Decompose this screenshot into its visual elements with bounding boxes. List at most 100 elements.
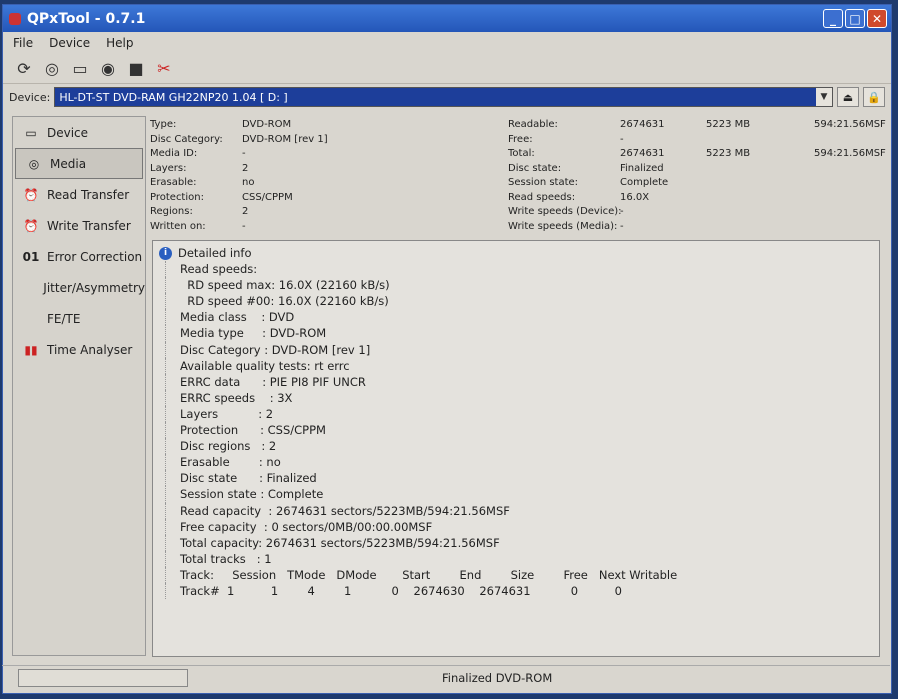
tree-item: Total tracks : 1 [165,550,873,567]
tree-item: RD speed max: 16.0X (22160 kB/s) [165,277,873,294]
window-title: QPxTool - 0.7.1 [27,10,146,27]
info-msf: 594:21.56MSF [814,119,886,130]
info-label: Session state: [508,177,579,188]
disc-drive-icon: ▭ [25,125,37,140]
tree-item: RD speed #00: 16.0X (22160 kB/s) [165,293,873,310]
tree-item: Free capacity : 0 sectors/0MB/00:00.00MS… [165,518,873,535]
sidebar-item-jitter[interactable]: Jitter/Asymmetry [13,272,145,303]
refresh-icon[interactable]: ⟳ [13,58,35,80]
title-bar: QPxTool - 0.7.1 _ □ ✕ [3,5,891,32]
disc-icon: ◎ [28,156,40,171]
tree-item: Media type : DVD-ROM [165,325,873,342]
info-value: DVD-ROM [242,119,292,130]
tree-item: Track: Session TMode DMode Start End Siz… [165,566,873,583]
sidebar-label: Jitter/Asymmetry [43,280,145,295]
tree-item: Read speeds: [165,261,873,278]
info-label: Readable: [508,119,558,130]
info-msf [814,176,886,191]
info-label: Write speeds (Media): [508,220,618,232]
info-msf [814,205,886,220]
tree-item: Track# 1 1 4 1 0 2674630 2674631 0 0 [165,582,873,600]
sidebar-item-fete[interactable]: FE/TE [13,303,145,334]
info-value: 2674631 [620,148,665,159]
minimize-button[interactable]: _ [823,9,843,28]
info-label: Total: [508,148,535,159]
chevron-down-icon[interactable]: ▼ [816,88,832,106]
info-value: CSS/CPPM [242,191,293,203]
info-label: Media ID: [150,148,198,159]
info-label: Free: [508,133,533,145]
info-value: Complete [620,177,669,188]
info-size [706,162,750,177]
clock-icon: ⏰ [23,218,39,233]
info-label: Disc Category: [150,133,223,145]
toolbar: ⟳ ◎ ▭ ◉ ■ ✂ [3,54,891,84]
info-label: Read speeds: [508,191,576,203]
menu-help[interactable]: Help [106,36,133,50]
close-button[interactable]: ✕ [867,9,887,28]
status-bar: Finalized DVD-ROM [2,665,890,689]
media-info-panel: Type: Disc Category: Media ID: Layers: Erasa… [146,116,886,236]
sidebar-label: Media [50,156,87,171]
menu-file[interactable]: File [13,36,33,50]
tree-item: ERRC speeds : 3X [165,389,873,406]
info-size [706,176,750,191]
tree-item: ERRC data : PIE PI8 PIF UNCR [165,373,873,390]
tree-item: Read capacity : 2674631 sectors/5223MB/5… [165,502,873,519]
info-value: 2 [242,162,249,174]
menu-bar: File Device Help [3,32,891,54]
info-value: no [242,177,255,188]
info-value: - [620,206,624,217]
tree-item: Erasable : no [165,454,873,471]
info-label: Type: [150,119,177,130]
info-size: 5223 MB [706,119,751,130]
sidebar-item-read-transfer[interactable]: ⏰ Read Transfer [13,179,145,210]
maximize-button[interactable]: □ [845,9,865,28]
detailed-info-tree[interactable]: i Detailed info Read speeds: RD speed max… [152,240,880,657]
drive-icon[interactable]: ▭ [69,58,91,80]
tree-item: Disc Category : DVD-ROM [rev 1] [165,341,873,358]
tree-item: Layers : 2 [165,405,873,423]
01-icon: 01 [22,249,40,264]
info-msf: 594:21.56MSF [814,148,886,159]
info-size [706,133,750,148]
clock-icon: ⏰ [23,187,39,202]
info-value: - [242,148,246,159]
tree-item: Available quality tests: rt errc [165,357,873,374]
device-value: HL-DT-ST DVD-RAM GH22NP20 1.04 [ D: ] [59,90,288,104]
tree-item: Protection : CSS/CPPM [165,422,873,439]
device-label: Device: [9,90,51,104]
info-size [706,205,750,220]
sidebar: ▭ Device ◎ Media ⏰ Read Transfer ⏰ Write Tra… [12,116,146,656]
sidebar-item-device[interactable]: ▭ Device [13,117,145,148]
bar-chart-icon: ▮▮ [24,342,38,357]
sidebar-item-write-transfer[interactable]: ⏰ Write Transfer [13,210,145,241]
status-text: Finalized DVD-ROM [442,670,553,685]
sidebar-label: Time Analyser [47,342,133,357]
info-size [706,220,750,235]
sidebar-item-time-analyser[interactable]: ▮▮ Time Analyser [13,334,145,365]
info-size [706,191,750,206]
device-select[interactable]: HL-DT-ST DVD-RAM GH22NP20 1.04 [ D: ] ▼ [54,87,833,107]
info-size: 5223 MB [706,148,751,159]
settings-tools-icon[interactable]: ✂ [153,58,175,80]
info-label: Disc state: [508,162,562,174]
sidebar-label: Device [47,125,89,140]
eject-button[interactable]: ⏏ [837,87,859,107]
info-value: Finalized [620,162,664,174]
scan-icon[interactable]: ◉ [97,58,119,80]
info-label: Regions: [150,206,193,217]
stop-icon[interactable]: ■ [125,58,147,80]
sidebar-label: Read Transfer [47,187,130,202]
progress-bar [18,668,188,687]
sidebar-item-media[interactable]: ◎ Media [15,148,143,179]
info-msf [814,191,886,206]
lock-button[interactable]: 🔒 [863,87,885,107]
detail-title: Detailed info [178,246,252,260]
info-value: 2674631 [620,119,665,130]
info-icon: i [159,246,172,260]
sidebar-item-error-correction[interactable]: 01 Error Correction [13,241,145,272]
info-msf [814,162,886,177]
menu-device[interactable]: Device [49,36,90,50]
disc-info-icon[interactable]: ◎ [41,58,63,80]
